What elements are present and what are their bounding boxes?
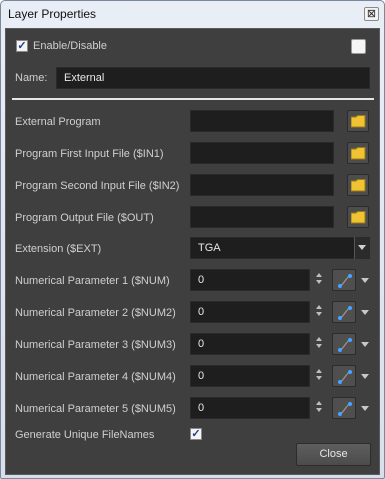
num-param-4-field[interactable]: 0 [190, 365, 310, 387]
num-param-1-stepper[interactable] [315, 273, 323, 287]
chevron-down-icon[interactable] [361, 406, 369, 412]
function-curve-icon [338, 274, 352, 288]
folder-icon [351, 179, 366, 192]
browse-external-program-button[interactable] [347, 110, 369, 132]
num-param-3-function-button[interactable] [332, 333, 356, 355]
chevron-down-icon[interactable] [361, 310, 369, 316]
unique-filenames-label: Generate Unique FileNames [15, 429, 155, 441]
num-param-4-function-button[interactable] [332, 365, 356, 387]
second-input-label: Program Second Input File ($IN2) [15, 180, 180, 192]
num-param-2-function-button[interactable] [332, 301, 356, 323]
num-param-4-label: Numerical Parameter 4 ($NUM4) [15, 371, 176, 383]
enable-label: Enable/Disable [33, 40, 107, 52]
function-curve-icon [338, 370, 352, 384]
enable-checkbox[interactable]: ✓ [16, 40, 28, 52]
num-param-2-field[interactable]: 0 [190, 301, 310, 323]
chevron-down-icon[interactable] [361, 374, 369, 380]
num-param-1-label: Numerical Parameter 1 ($NUM) [15, 275, 170, 287]
output-file-label: Program Output File ($OUT) [15, 212, 154, 224]
num-param-3-stepper[interactable] [315, 337, 323, 351]
extension-select[interactable]: TGA [190, 237, 370, 259]
num-param-1-function-button[interactable] [332, 269, 356, 291]
browse-first-input-button[interactable] [347, 142, 369, 164]
first-input-field[interactable] [190, 142, 334, 164]
chevron-down-icon[interactable] [354, 237, 369, 259]
chevron-down-icon[interactable] [361, 278, 369, 284]
num-param-5-field[interactable]: 0 [190, 397, 310, 419]
unique-filenames-checkbox[interactable]: ✓ [190, 428, 202, 440]
window-close-icon[interactable]: ⊠ [364, 7, 379, 21]
window-title: Layer Properties [8, 7, 97, 21]
title-bar: Layer Properties ⊠ [1, 1, 384, 28]
folder-icon [351, 147, 366, 160]
num-param-5-label: Numerical Parameter 5 ($NUM5) [15, 403, 176, 415]
function-curve-icon [338, 306, 352, 320]
name-label: Name: [15, 72, 48, 84]
divider [12, 98, 374, 100]
browse-second-input-button[interactable] [347, 174, 369, 196]
num-param-3-label: Numerical Parameter 3 ($NUM3) [15, 339, 176, 351]
folder-icon [351, 211, 366, 224]
num-param-3-field[interactable]: 0 [190, 333, 310, 355]
num-param-5-function-button[interactable] [332, 397, 356, 419]
browse-output-file-button[interactable] [347, 206, 369, 228]
layer-properties-window: Layer Properties ⊠ ✓ Enable/Disable Name… [0, 0, 385, 479]
external-program-label: External Program [15, 116, 101, 128]
num-param-4-stepper[interactable] [315, 369, 323, 383]
name-field[interactable]: External [56, 67, 370, 89]
chevron-down-icon[interactable] [361, 342, 369, 348]
external-program-field[interactable] [190, 110, 334, 132]
function-curve-icon [338, 402, 352, 416]
second-input-field[interactable] [190, 174, 334, 196]
num-param-5-stepper[interactable] [315, 401, 323, 415]
num-param-2-label: Numerical Parameter 2 ($NUM2) [15, 307, 176, 319]
extension-label: Extension ($EXT) [15, 243, 102, 255]
folder-icon [351, 115, 366, 128]
num-param-2-stepper[interactable] [315, 305, 323, 319]
output-file-field[interactable] [190, 206, 334, 228]
function-curve-icon [338, 338, 352, 352]
close-button[interactable]: Close [296, 443, 371, 466]
first-input-label: Program First Input File ($IN1) [15, 148, 164, 160]
dialog-body: ✓ Enable/Disable Name: External External… [5, 28, 380, 475]
color-swatch-checkbox[interactable] [351, 39, 366, 54]
num-param-1-field[interactable]: 0 [190, 269, 310, 291]
